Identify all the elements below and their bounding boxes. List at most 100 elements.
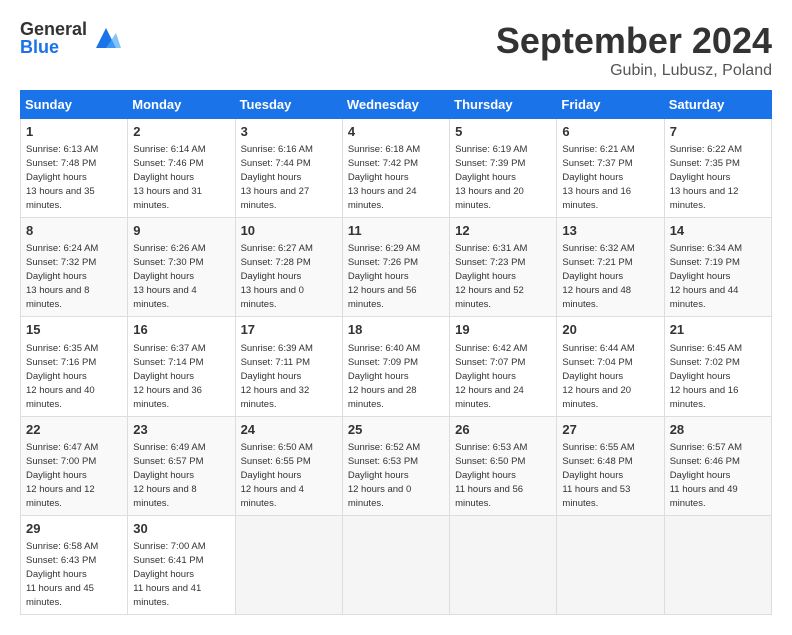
day-number: 5 <box>455 123 551 141</box>
logo-text: General Blue <box>20 20 87 56</box>
calendar-day-cell: 7 Sunrise: 6:22 AMSunset: 7:35 PMDayligh… <box>664 119 771 218</box>
day-number: 20 <box>562 321 658 339</box>
day-info: Sunrise: 7:00 AMSunset: 6:41 PMDaylight … <box>133 541 205 608</box>
day-number: 11 <box>348 222 444 240</box>
calendar-week-row: 22 Sunrise: 6:47 AMSunset: 7:00 PMDaylig… <box>21 416 772 515</box>
calendar-day-cell <box>450 515 557 614</box>
day-info: Sunrise: 6:35 AMSunset: 7:16 PMDaylight … <box>26 343 98 410</box>
day-number: 6 <box>562 123 658 141</box>
calendar-table: SundayMondayTuesdayWednesdayThursdayFrid… <box>20 90 772 615</box>
calendar-day-cell: 2 Sunrise: 6:14 AMSunset: 7:46 PMDayligh… <box>128 119 235 218</box>
calendar-week-row: 15 Sunrise: 6:35 AMSunset: 7:16 PMDaylig… <box>21 317 772 416</box>
calendar-day-cell: 4 Sunrise: 6:18 AMSunset: 7:42 PMDayligh… <box>342 119 449 218</box>
calendar-day-cell: 25 Sunrise: 6:52 AMSunset: 6:53 PMDaylig… <box>342 416 449 515</box>
day-number: 27 <box>562 421 658 439</box>
day-number: 21 <box>670 321 766 339</box>
day-number: 22 <box>26 421 122 439</box>
calendar-day-cell: 17 Sunrise: 6:39 AMSunset: 7:11 PMDaylig… <box>235 317 342 416</box>
day-number: 15 <box>26 321 122 339</box>
day-number: 23 <box>133 421 229 439</box>
logo-blue: Blue <box>20 38 87 56</box>
day-number: 9 <box>133 222 229 240</box>
calendar-day-cell: 18 Sunrise: 6:40 AMSunset: 7:09 PMDaylig… <box>342 317 449 416</box>
day-number: 25 <box>348 421 444 439</box>
calendar-day-cell: 30 Sunrise: 7:00 AMSunset: 6:41 PMDaylig… <box>128 515 235 614</box>
day-number: 14 <box>670 222 766 240</box>
logo: General Blue <box>20 20 121 56</box>
calendar-day-cell: 27 Sunrise: 6:55 AMSunset: 6:48 PMDaylig… <box>557 416 664 515</box>
calendar-day-cell: 23 Sunrise: 6:49 AMSunset: 6:57 PMDaylig… <box>128 416 235 515</box>
day-info: Sunrise: 6:27 AMSunset: 7:28 PMDaylight … <box>241 243 313 310</box>
day-number: 29 <box>26 520 122 538</box>
day-info: Sunrise: 6:49 AMSunset: 6:57 PMDaylight … <box>133 442 205 509</box>
day-info: Sunrise: 6:52 AMSunset: 6:53 PMDaylight … <box>348 442 420 509</box>
calendar-day-cell: 24 Sunrise: 6:50 AMSunset: 6:55 PMDaylig… <box>235 416 342 515</box>
calendar-day-cell <box>557 515 664 614</box>
calendar-day-cell: 12 Sunrise: 6:31 AMSunset: 7:23 PMDaylig… <box>450 218 557 317</box>
day-info: Sunrise: 6:14 AMSunset: 7:46 PMDaylight … <box>133 144 205 211</box>
calendar-day-cell <box>235 515 342 614</box>
calendar-day-cell: 15 Sunrise: 6:35 AMSunset: 7:16 PMDaylig… <box>21 317 128 416</box>
calendar-day-cell: 11 Sunrise: 6:29 AMSunset: 7:26 PMDaylig… <box>342 218 449 317</box>
day-info: Sunrise: 6:13 AMSunset: 7:48 PMDaylight … <box>26 144 98 211</box>
day-number: 1 <box>26 123 122 141</box>
day-info: Sunrise: 6:44 AMSunset: 7:04 PMDaylight … <box>562 343 634 410</box>
day-info: Sunrise: 6:55 AMSunset: 6:48 PMDaylight … <box>562 442 634 509</box>
calendar-day-cell: 19 Sunrise: 6:42 AMSunset: 7:07 PMDaylig… <box>450 317 557 416</box>
day-info: Sunrise: 6:34 AMSunset: 7:19 PMDaylight … <box>670 243 742 310</box>
day-info: Sunrise: 6:26 AMSunset: 7:30 PMDaylight … <box>133 243 205 310</box>
day-info: Sunrise: 6:39 AMSunset: 7:11 PMDaylight … <box>241 343 313 410</box>
day-info: Sunrise: 6:18 AMSunset: 7:42 PMDaylight … <box>348 144 420 211</box>
calendar-week-row: 8 Sunrise: 6:24 AMSunset: 7:32 PMDayligh… <box>21 218 772 317</box>
day-info: Sunrise: 6:29 AMSunset: 7:26 PMDaylight … <box>348 243 420 310</box>
calendar-day-cell: 13 Sunrise: 6:32 AMSunset: 7:21 PMDaylig… <box>557 218 664 317</box>
calendar-day-cell: 8 Sunrise: 6:24 AMSunset: 7:32 PMDayligh… <box>21 218 128 317</box>
day-info: Sunrise: 6:50 AMSunset: 6:55 PMDaylight … <box>241 442 313 509</box>
location: Gubin, Lubusz, Poland <box>496 62 772 80</box>
calendar-day-cell <box>664 515 771 614</box>
calendar-day-cell: 3 Sunrise: 6:16 AMSunset: 7:44 PMDayligh… <box>235 119 342 218</box>
day-number: 19 <box>455 321 551 339</box>
calendar-day-cell: 1 Sunrise: 6:13 AMSunset: 7:48 PMDayligh… <box>21 119 128 218</box>
day-number: 28 <box>670 421 766 439</box>
calendar-day-cell: 20 Sunrise: 6:44 AMSunset: 7:04 PMDaylig… <box>557 317 664 416</box>
day-info: Sunrise: 6:32 AMSunset: 7:21 PMDaylight … <box>562 243 634 310</box>
calendar-day-cell: 22 Sunrise: 6:47 AMSunset: 7:00 PMDaylig… <box>21 416 128 515</box>
day-number: 13 <box>562 222 658 240</box>
calendar-day-cell: 9 Sunrise: 6:26 AMSunset: 7:30 PMDayligh… <box>128 218 235 317</box>
day-number: 12 <box>455 222 551 240</box>
day-number: 2 <box>133 123 229 141</box>
logo-general: General <box>20 20 87 38</box>
day-number: 17 <box>241 321 337 339</box>
calendar-day-cell: 29 Sunrise: 6:58 AMSunset: 6:43 PMDaylig… <box>21 515 128 614</box>
calendar-day-cell: 6 Sunrise: 6:21 AMSunset: 7:37 PMDayligh… <box>557 119 664 218</box>
day-info: Sunrise: 6:24 AMSunset: 7:32 PMDaylight … <box>26 243 98 310</box>
calendar-day-cell: 5 Sunrise: 6:19 AMSunset: 7:39 PMDayligh… <box>450 119 557 218</box>
day-info: Sunrise: 6:53 AMSunset: 6:50 PMDaylight … <box>455 442 527 509</box>
day-number: 8 <box>26 222 122 240</box>
day-number: 18 <box>348 321 444 339</box>
logo-icon <box>91 23 121 53</box>
day-info: Sunrise: 6:57 AMSunset: 6:46 PMDaylight … <box>670 442 742 509</box>
weekday-header: Monday <box>128 91 235 119</box>
day-number: 26 <box>455 421 551 439</box>
day-number: 10 <box>241 222 337 240</box>
day-info: Sunrise: 6:37 AMSunset: 7:14 PMDaylight … <box>133 343 205 410</box>
weekday-header: Tuesday <box>235 91 342 119</box>
month-title: September 2024 <box>496 20 772 62</box>
day-info: Sunrise: 6:58 AMSunset: 6:43 PMDaylight … <box>26 541 98 608</box>
day-number: 30 <box>133 520 229 538</box>
weekday-header: Saturday <box>664 91 771 119</box>
day-info: Sunrise: 6:40 AMSunset: 7:09 PMDaylight … <box>348 343 420 410</box>
day-number: 3 <box>241 123 337 141</box>
calendar-week-row: 29 Sunrise: 6:58 AMSunset: 6:43 PMDaylig… <box>21 515 772 614</box>
day-number: 4 <box>348 123 444 141</box>
calendar-day-cell: 10 Sunrise: 6:27 AMSunset: 7:28 PMDaylig… <box>235 218 342 317</box>
weekday-header: Sunday <box>21 91 128 119</box>
day-number: 24 <box>241 421 337 439</box>
calendar-day-cell: 21 Sunrise: 6:45 AMSunset: 7:02 PMDaylig… <box>664 317 771 416</box>
weekday-header: Wednesday <box>342 91 449 119</box>
day-info: Sunrise: 6:42 AMSunset: 7:07 PMDaylight … <box>455 343 527 410</box>
day-info: Sunrise: 6:21 AMSunset: 7:37 PMDaylight … <box>562 144 634 211</box>
page-header: General Blue September 2024 Gubin, Lubus… <box>20 20 772 80</box>
